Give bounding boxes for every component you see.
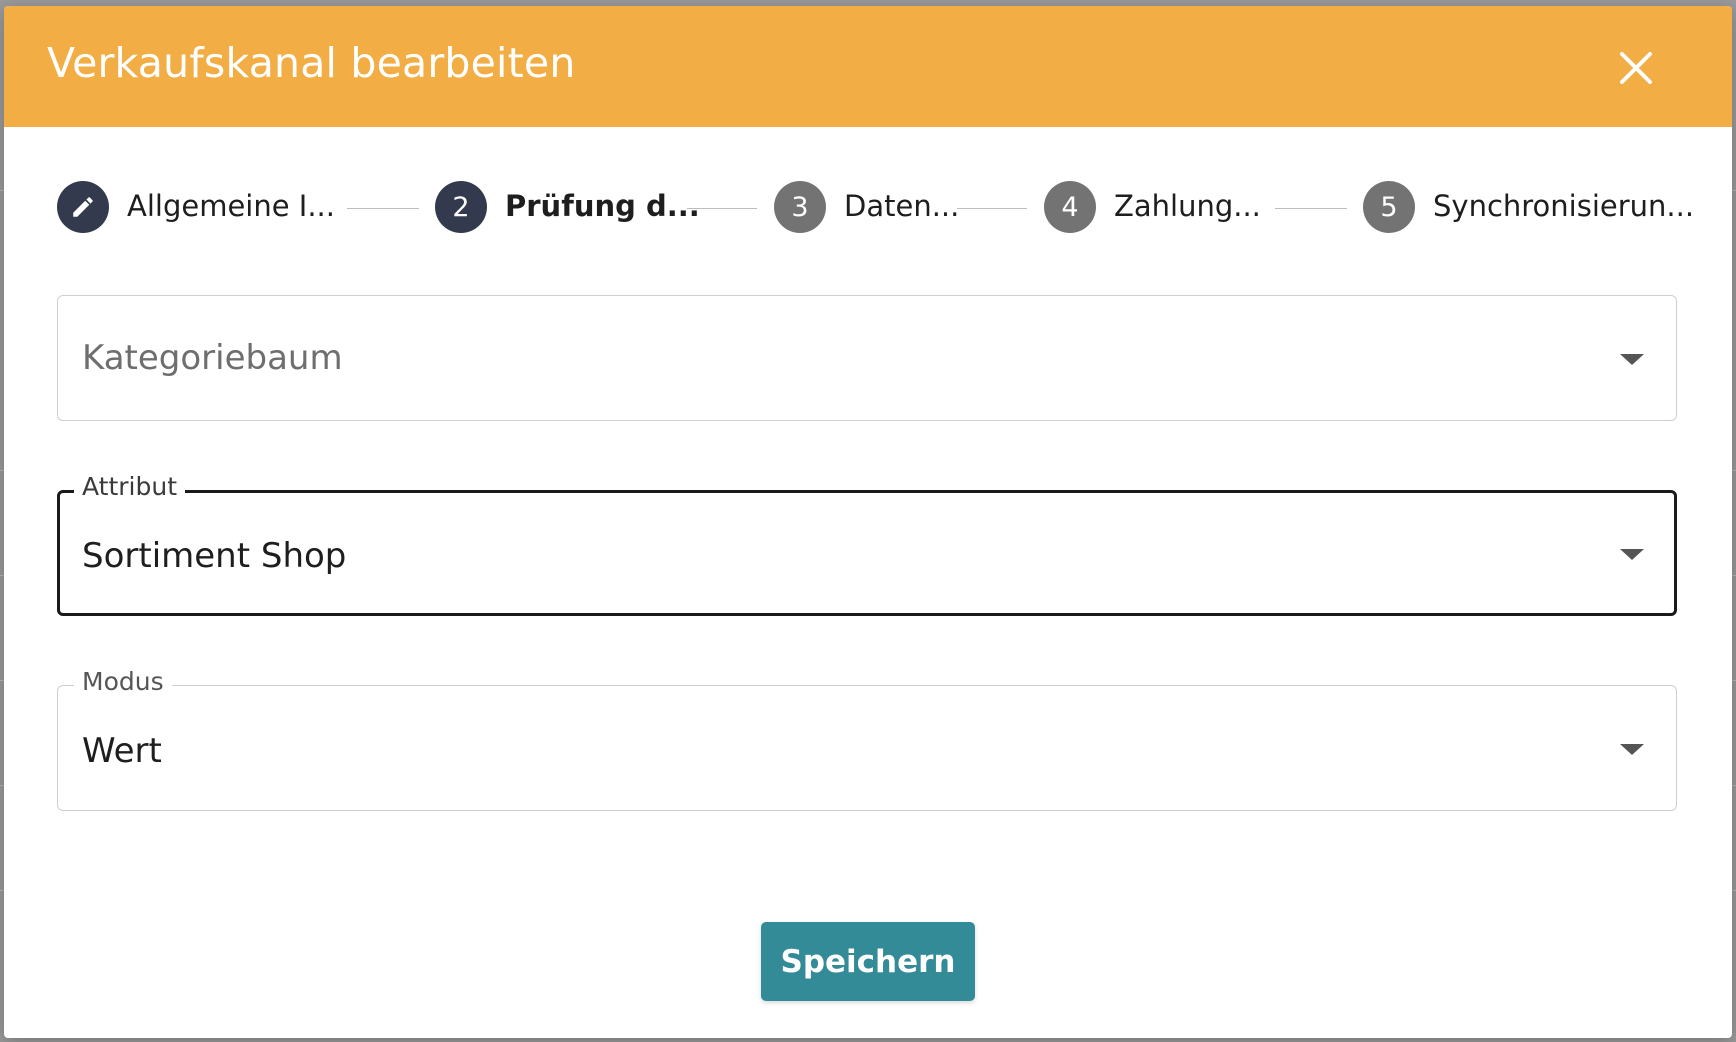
step-label: Zahlung... bbox=[1114, 189, 1261, 223]
stepper: Allgemeine I... 2 Prüfung d... 3 Daten..… bbox=[4, 179, 1732, 235]
dropdown-arrow-icon bbox=[1620, 549, 1644, 560]
step-connector bbox=[957, 208, 1027, 209]
mode-select[interactable]: Modus Wert bbox=[57, 669, 1677, 811]
edit-sales-channel-dialog: Verkaufskanal bearbeiten Allgemeine I...… bbox=[4, 6, 1732, 1038]
dropdown-arrow-icon bbox=[1620, 354, 1644, 365]
pencil-icon bbox=[73, 197, 93, 217]
step-circle: 5 bbox=[1363, 181, 1415, 233]
step-circle: 4 bbox=[1044, 181, 1096, 233]
close-icon bbox=[1620, 52, 1652, 84]
dropdown-arrow-icon bbox=[1620, 744, 1644, 755]
step-connector bbox=[1275, 208, 1347, 209]
attribute-value: Sortiment Shop bbox=[82, 536, 347, 576]
close-button[interactable] bbox=[1616, 48, 1656, 88]
attribute-select[interactable]: Attribut Sortiment Shop bbox=[57, 474, 1677, 616]
dialog-header: Verkaufskanal bearbeiten bbox=[4, 6, 1732, 127]
step-connector bbox=[687, 208, 757, 209]
step-label: Allgemeine I... bbox=[127, 189, 335, 223]
category-tree-placeholder: Kategoriebaum bbox=[82, 338, 343, 378]
step-label: Prüfung d... bbox=[505, 189, 700, 223]
mode-label: Modus bbox=[74, 669, 172, 694]
dialog-title: Verkaufskanal bearbeiten bbox=[47, 39, 576, 87]
step-circle bbox=[57, 181, 109, 233]
save-button[interactable]: Speichern bbox=[761, 922, 975, 1001]
attribute-label: Attribut bbox=[74, 474, 186, 499]
step-circle: 3 bbox=[774, 181, 826, 233]
category-tree-select[interactable]: Kategoriebaum bbox=[57, 295, 1677, 421]
step-label: Synchronisierun... bbox=[1433, 189, 1695, 223]
step-label: Daten... bbox=[844, 189, 960, 223]
step-connector bbox=[347, 208, 419, 209]
step-circle: 2 bbox=[435, 181, 487, 233]
mode-value: Wert bbox=[82, 731, 162, 771]
